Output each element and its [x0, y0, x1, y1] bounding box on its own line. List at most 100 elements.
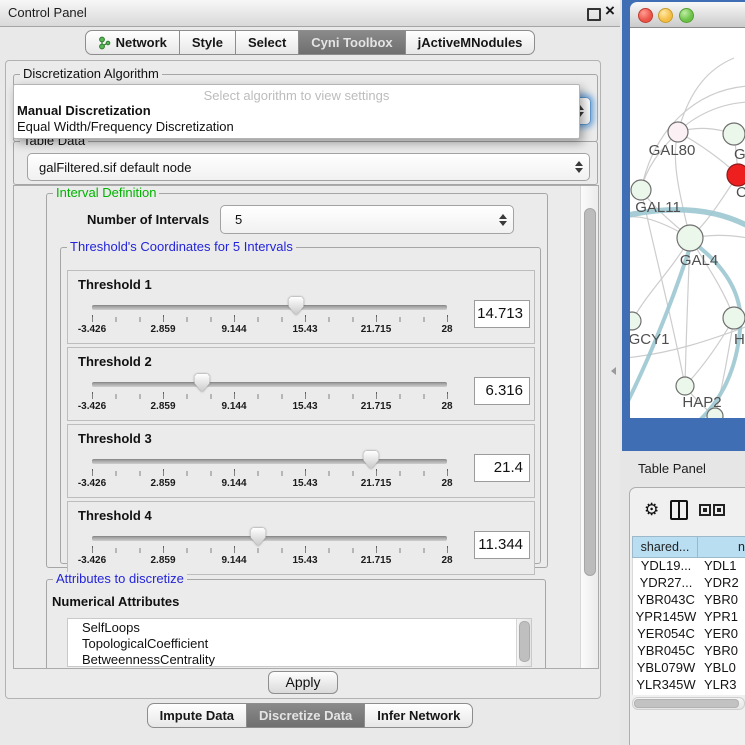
tab-impute-data[interactable]: Impute Data	[147, 703, 247, 728]
apply-button[interactable]: Apply	[268, 671, 338, 694]
column-header-shared-name[interactable]: shared...	[632, 536, 698, 558]
table-data-combobox-value: galFiltered.sif default node	[28, 160, 569, 175]
table-row[interactable]: YLR345WYLR3	[633, 677, 745, 694]
attribute-item[interactable]: TopologicalCoefficient	[68, 636, 516, 652]
table-rows: YDL19...YDL1YDR27...YDR2YBR043CYBR0YPR14…	[632, 558, 745, 695]
float-window-icon[interactable]	[587, 8, 601, 21]
bottom-tab-bar: Impute DataDiscretize DataInfer Network	[0, 703, 620, 728]
threshold-value-field[interactable]: 14.713	[474, 300, 530, 328]
threshold-label: Threshold 3	[78, 431, 152, 446]
table-data-combobox[interactable]: galFiltered.sif default node	[27, 153, 590, 181]
threshold-value-field[interactable]: 11.344	[474, 531, 530, 559]
list-scrollbar-thumb[interactable]	[519, 621, 530, 662]
network-node-green[interactable]	[723, 307, 745, 329]
threshold-value-field[interactable]: 6.316	[474, 377, 530, 405]
tab-style[interactable]: Style	[180, 30, 236, 55]
right-column: GAL80GACGAL11GAL4GCY1HHAP2 Table Panel ⚙…	[620, 0, 745, 745]
list-scrollbar[interactable]	[516, 619, 531, 666]
threshold-row: Threshold 2 -3.4262.8599.14415.4321.7152…	[67, 347, 535, 421]
attribute-items: SelfLoopsTopologicalCoefficientBetweenne…	[68, 620, 516, 667]
table-header-row: shared... n	[632, 536, 745, 558]
threshold-value-field[interactable]: 21.4	[474, 454, 530, 482]
close-traffic-light-icon[interactable]	[638, 8, 653, 23]
network-node-label: GAL80	[649, 142, 696, 159]
threshold-label: Threshold 4	[78, 508, 152, 523]
number-of-intervals-label: Number of Intervals	[87, 212, 209, 227]
network-graph: GAL80GACGAL11GAL4GCY1HHAP2	[630, 28, 745, 418]
algorithm-popup-hint: Select algorithm to view settings	[14, 88, 579, 103]
table-row[interactable]: YPR145WYPR1	[633, 609, 745, 626]
network-node-green[interactable]	[677, 225, 703, 251]
network-canvas[interactable]: GAL80GACGAL11GAL4GCY1HHAP2	[630, 28, 745, 418]
table-row[interactable]: YBR043CYBR0	[633, 592, 745, 609]
table-panel: ⚙ shared... n YDL19...YDL1YDR27...YDR2YB…	[629, 487, 745, 745]
split-columns-icon[interactable]	[670, 500, 688, 520]
scale-tick-label: 21.715	[361, 555, 392, 566]
network-edge[interactable]	[685, 318, 734, 386]
scale-tick-label: 9.144	[221, 555, 246, 566]
control-panel-titlebar	[0, 0, 620, 27]
threshold-slider-thumb[interactable]	[289, 297, 304, 315]
tab-jactivemnodules[interactable]: jActiveMNodules	[406, 30, 536, 55]
algorithm-option[interactable]: Manual Discretization	[17, 103, 151, 119]
table-row[interactable]: YBL079WYBL0	[633, 660, 745, 677]
combo-arrows-icon	[569, 161, 589, 173]
network-node-label: GA	[734, 146, 745, 163]
top-tab-bar: NetworkStyleSelectCyni ToolboxjActiveMNo…	[0, 30, 620, 55]
network-node-green[interactable]	[676, 377, 694, 395]
table-row[interactable]: YIL052CYIL0	[633, 694, 745, 695]
tab-select[interactable]: Select	[236, 30, 299, 55]
network-node-green[interactable]	[630, 312, 641, 330]
close-icon[interactable]: ×	[605, 1, 615, 21]
table-row[interactable]: YDL19...YDL1	[633, 558, 745, 575]
attribute-item[interactable]: BetweennessCentrality	[68, 652, 516, 667]
slider-scale-labels: -3.4262.8599.14415.4321.71528	[92, 555, 447, 567]
threshold-slider-track[interactable]	[92, 459, 447, 464]
table-hscrollbar-thumb[interactable]	[634, 699, 739, 708]
threshold-slider-track[interactable]	[92, 305, 447, 310]
table-row[interactable]: YDR27...YDR2	[633, 575, 745, 592]
scale-tick-label: 21.715	[361, 324, 392, 335]
network-edge[interactable]	[678, 58, 734, 132]
combo-arrows-icon	[493, 214, 513, 226]
zoom-traffic-light-icon[interactable]	[679, 8, 694, 23]
network-node-pink[interactable]	[668, 122, 688, 142]
tab-infer-network[interactable]: Infer Network	[365, 703, 473, 728]
tab-network[interactable]: Network	[85, 30, 180, 55]
column-visibility-icon[interactable]	[699, 504, 725, 516]
pane-scrollbar-thumb[interactable]	[584, 208, 596, 576]
tab-cyni-toolbox[interactable]: Cyni Toolbox	[299, 30, 405, 55]
algorithm-option[interactable]: Equal Width/Frequency Discretization	[17, 119, 234, 135]
attribute-item[interactable]: SelfLoops	[68, 620, 516, 636]
column-header-name[interactable]: n	[698, 536, 745, 558]
table-data-group: Table Data galFiltered.sif default node	[13, 141, 598, 185]
tab-discretize-data[interactable]: Discretize Data	[247, 703, 365, 728]
network-node-green[interactable]	[631, 180, 651, 200]
scale-tick-label: 2.859	[150, 555, 175, 566]
table-hscrollbar[interactable]	[632, 697, 745, 710]
threshold-slider-thumb[interactable]	[195, 374, 210, 392]
minimize-traffic-light-icon[interactable]	[658, 8, 673, 23]
scale-tick-label: 28	[441, 324, 452, 335]
splitter-collapse-icon[interactable]	[611, 367, 616, 375]
threshold-slider-thumb[interactable]	[364, 451, 379, 469]
table-row[interactable]: YER054CYER0	[633, 626, 745, 643]
scale-tick-label: -3.426	[78, 324, 106, 335]
network-edge[interactable]	[632, 238, 690, 321]
interval-definition-label: Interval Definition	[53, 186, 159, 200]
threshold-slider-track[interactable]	[92, 536, 447, 541]
scale-tick-label: 28	[441, 478, 452, 489]
network-node-red[interactable]	[727, 164, 745, 186]
scale-tick-label: 15.43	[292, 478, 317, 489]
network-icon	[98, 36, 111, 50]
table-row[interactable]: YBR045CYBR0	[633, 643, 745, 660]
settings-gear-icon[interactable]: ⚙	[644, 501, 659, 519]
network-view-window: GAL80GACGAL11GAL4GCY1HHAP2	[622, 0, 745, 451]
pane-scrollbar[interactable]	[580, 186, 598, 668]
network-node-green[interactable]	[723, 123, 745, 145]
network-node-label: GAL11	[635, 199, 681, 216]
scale-tick-label: 15.43	[292, 401, 317, 412]
number-of-intervals-combobox[interactable]: 5	[220, 205, 514, 234]
threshold-slider-thumb[interactable]	[251, 528, 266, 546]
threshold-slider-track[interactable]	[92, 382, 447, 387]
